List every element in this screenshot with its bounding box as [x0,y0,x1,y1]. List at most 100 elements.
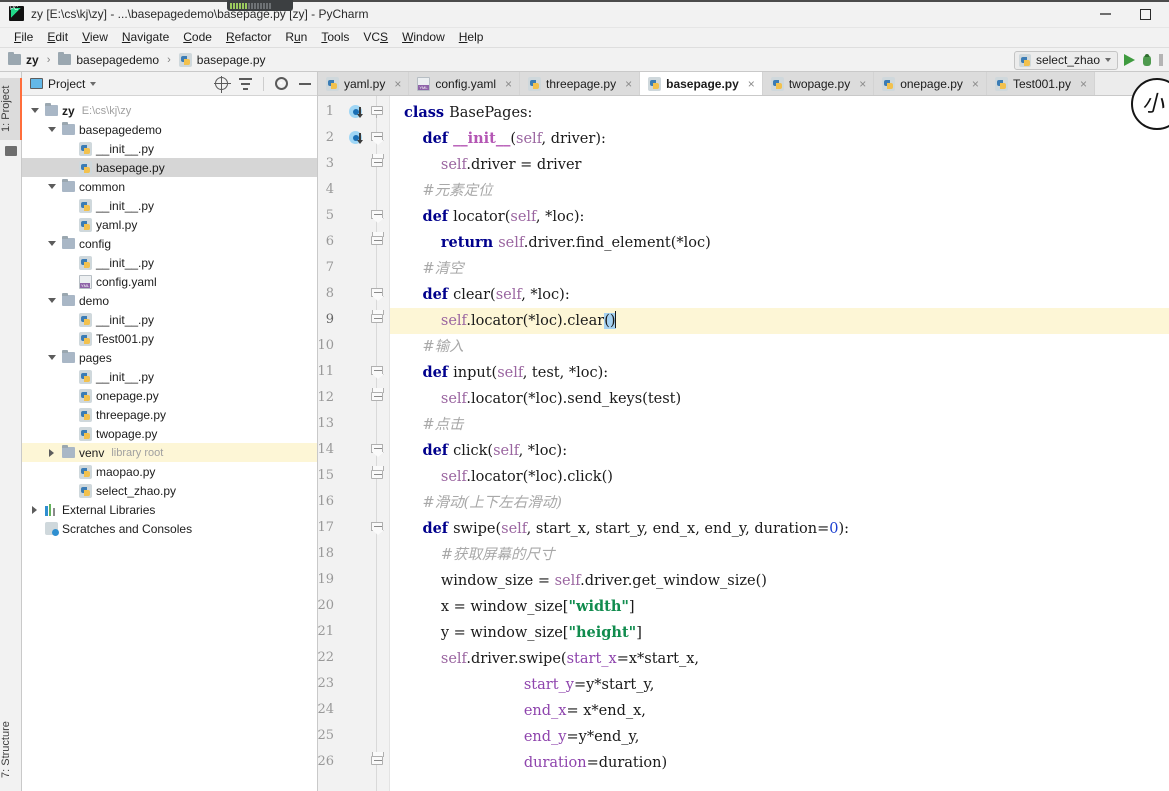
menu-item-code[interactable]: Code [176,29,219,46]
code-line-22[interactable]: self.driver.swipe(start_x=x*start_x, [390,646,1169,672]
gutter-line-2[interactable]: 2 [318,126,389,152]
hide-icon[interactable] [299,82,311,85]
gutter-line-5[interactable]: 5 [318,204,389,230]
menu-item-edit[interactable]: Edit [40,29,75,46]
editor-pane[interactable]: 1 2 3 4 5 6 7 8 9 10 11 12 13 14 15 16 17 18 19 20 21 22 23 24 2… [318,96,1169,791]
gutter-line-10[interactable]: 10 [318,334,389,360]
menu-item-help[interactable]: Help [452,29,491,46]
code-line-15[interactable]: self.locator(*loc).click() [390,464,1169,490]
tree-item---init---py[interactable]: __init__.py [22,139,317,158]
menu-item-vcs[interactable]: VCS [356,29,395,46]
tree-item-config-yaml[interactable]: config.yaml [22,272,317,291]
code-line-19[interactable]: window_size = self.driver.get_window_siz… [390,568,1169,594]
code-line-10[interactable]: #输入 [390,334,1169,360]
run-icon[interactable] [1124,54,1135,66]
tree-item-basepage-py[interactable]: basepage.py [22,158,317,177]
close-icon[interactable]: × [624,78,633,90]
gutter-line-14[interactable]: 14 [318,438,389,464]
locate-icon[interactable] [213,75,231,93]
gutter-line-3[interactable]: 3 [318,152,389,178]
tree-item---init---py[interactable]: __init__.py [22,196,317,215]
gutter-line-16[interactable]: 16 [318,490,389,516]
breadcrumb-item-basepagedemo[interactable]: basepagedemo [58,52,159,67]
tree-item-scratches-and-consoles[interactable]: Scratches and Consoles [22,519,317,538]
editor-tab-basepage-py[interactable]: basepage.py × [640,72,763,95]
tool-window-tab-structure[interactable]: 7: Structure [0,713,22,787]
gutter-line-21[interactable]: 21 [318,620,389,646]
tree-item-demo[interactable]: demo [22,291,317,310]
tree-item-maopao-py[interactable]: maopao.py [22,462,317,481]
code-line-1[interactable]: class BasePages: [390,100,1169,126]
code-line-5[interactable]: def locator(self, *loc): [390,204,1169,230]
tree-item-twopage-py[interactable]: twopage.py [22,424,317,443]
code-line-11[interactable]: def input(self, test, *loc): [390,360,1169,386]
tree-item-common[interactable]: common [22,177,317,196]
editor-gutter[interactable]: 1 2 3 4 5 6 7 8 9 10 11 12 13 14 15 16 17 18 19 20 21 22 23 24 2… [318,96,390,791]
code-line-12[interactable]: self.locator(*loc).send_keys(test) [390,386,1169,412]
gutter-line-26[interactable]: 26 [318,750,389,776]
editor-tab-test001-py[interactable]: Test001.py × [986,72,1095,95]
fold-marker-tip[interactable] [371,444,383,456]
menu-item-view[interactable]: View [75,29,115,46]
tree-twisty-expanded[interactable] [28,101,41,120]
implemented-icon[interactable] [349,105,363,118]
fold-marker-open[interactable] [371,106,383,118]
code-line-6[interactable]: return self.driver.find_element(*loc) [390,230,1169,256]
fold-marker-tip[interactable] [371,288,383,300]
fold-marker-end[interactable] [371,154,384,170]
gutter-line-18[interactable]: 18 [318,542,389,568]
code-line-8[interactable]: def clear(self, *loc): [390,282,1169,308]
gutter-line-19[interactable]: 19 [318,568,389,594]
gutter-line-17[interactable]: 17 [318,516,389,542]
close-icon[interactable]: × [747,78,756,90]
tree-item-venv[interactable]: venv library root [22,443,317,462]
code-line-4[interactable]: #元素定位 [390,178,1169,204]
collapse-all-icon[interactable] [239,77,252,90]
code-line-20[interactable]: x = window_size["width"] [390,594,1169,620]
tree-item-threepage-py[interactable]: threepage.py [22,405,317,424]
editor-tab-yaml-py[interactable]: yaml.py × [318,72,410,95]
settings-gear-icon[interactable] [275,77,288,90]
implemented-icon[interactable] [349,131,363,144]
fold-marker-end[interactable] [371,466,384,482]
menu-item-run[interactable]: Run [278,29,314,46]
gutter-line-11[interactable]: 11 [318,360,389,386]
close-icon[interactable]: × [393,78,402,90]
code-line-3[interactable]: self.driver = driver [390,152,1169,178]
fold-marker-tip[interactable] [371,366,383,378]
tree-item-basepagedemo[interactable]: basepagedemo [22,120,317,139]
close-icon[interactable]: × [1079,78,1088,90]
menu-item-refactor[interactable]: Refactor [219,29,278,46]
fold-marker-end[interactable] [371,388,384,404]
tree-item-config[interactable]: config [22,234,317,253]
gutter-line-25[interactable]: 25 [318,724,389,750]
fold-marker-tip[interactable] [371,210,383,222]
fold-marker-tip[interactable] [371,132,383,144]
editor-tab-threepage-py[interactable]: threepage.py × [520,72,641,95]
gutter-line-22[interactable]: 22 [318,646,389,672]
tree-item---init---py[interactable]: __init__.py [22,310,317,329]
menu-item-file[interactable]: File [7,29,40,46]
tree-twisty-expanded[interactable] [45,177,58,196]
code-text[interactable]: class BasePages: def __init__(self, driv… [390,96,1169,791]
tree-item-test001-py[interactable]: Test001.py [22,329,317,348]
menu-item-tools[interactable]: Tools [314,29,356,46]
tool-window-tab-project[interactable]: 1: Project [0,78,22,140]
breadcrumb-item-basepage-py[interactable]: basepage.py [178,52,266,67]
tree-item-external-libraries[interactable]: External Libraries [22,500,317,519]
code-line-23[interactable]: start_y=y*start_y, [390,672,1169,698]
tree-item-yaml-py[interactable]: yaml.py [22,215,317,234]
close-icon[interactable]: × [504,78,513,90]
code-line-2[interactable]: def __init__(self, driver): [390,126,1169,152]
menu-item-window[interactable]: Window [395,29,452,46]
project-tree[interactable]: zy E:\cs\kj\zy basepagedemo __init__.py base… [22,96,317,791]
code-line-17[interactable]: def swipe(self, start_x, start_y, end_x,… [390,516,1169,542]
fold-marker-end[interactable] [371,232,384,248]
tree-twisty-collapsed[interactable] [28,500,41,519]
tree-twisty-expanded[interactable] [45,291,58,310]
code-line-24[interactable]: end_x= x*end_x, [390,698,1169,724]
gutter-line-24[interactable]: 24 [318,698,389,724]
code-line-18[interactable]: #获取屏幕的尺寸 [390,542,1169,568]
minimize-button[interactable] [1100,0,1111,28]
close-icon[interactable]: × [858,78,867,90]
